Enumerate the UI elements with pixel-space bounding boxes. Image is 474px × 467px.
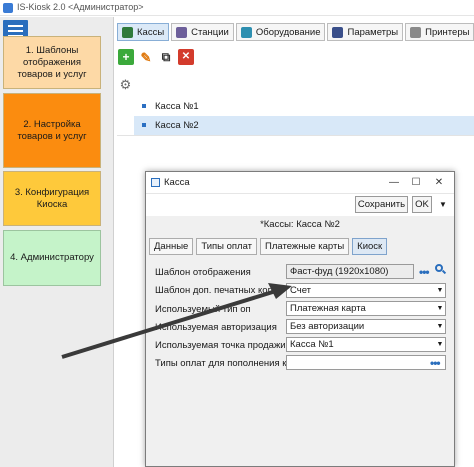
tab-stations[interactable]: Станции <box>171 23 234 41</box>
field-label: Используемый тип оп <box>155 304 251 315</box>
field-label: Используемая авторизация <box>155 322 277 333</box>
template-field[interactable]: Фаст-фуд (1920x1080) <box>286 264 414 279</box>
window-titlebar: IS-Kiosk 2.0 <Администратор> <box>0 0 474 16</box>
app-icon <box>3 3 13 13</box>
dropdown-arrow-icon[interactable]: ▼ <box>435 337 445 352</box>
list-item-selected[interactable]: Касса №2 <box>134 116 474 135</box>
list-item-label: Касса №1 <box>155 101 199 112</box>
list-item[interactable]: Касса №1 <box>134 97 474 116</box>
row-marker-icon <box>142 104 146 108</box>
cash-register-icon <box>122 26 133 38</box>
card-topup-payment-types-field[interactable] <box>286 355 446 370</box>
tab-hardware[interactable]: Оборудование <box>235 23 326 41</box>
settings-icon <box>332 26 344 38</box>
main-tabs: Кассы Станции Оборудование Параметры При… <box>117 23 474 43</box>
tab-data[interactable]: Данные <box>149 238 194 255</box>
delete-icon[interactable]: ✕ <box>178 49 194 65</box>
minimize-icon[interactable]: — <box>387 176 401 190</box>
dialog-title: Касса <box>164 177 190 188</box>
station-icon <box>176 26 188 38</box>
sidebar-item-admin[interactable]: 4. Администратору <box>3 230 101 286</box>
copy-icon[interactable]: ⧉ <box>158 49 174 65</box>
payment-type-select[interactable]: Платежная карта <box>286 301 446 316</box>
gear-icon[interactable]: ⚙ <box>118 77 133 92</box>
dropdown-arrow-icon[interactable]: ▼ <box>435 301 445 316</box>
dialog-tabs: Данные Типы оплат Платежные карты Киоск <box>149 238 390 255</box>
dialog-icon <box>151 178 160 187</box>
cash-register-list: Касса №1 Касса №2 <box>134 97 474 135</box>
close-icon[interactable]: ✕ <box>432 176 446 190</box>
field-label: Типы оплат для пополнения карт <box>155 358 302 369</box>
sidebar-item-products[interactable]: 2. Настройка товаров и услуг <box>3 93 101 168</box>
field-label: Шаблон доп. печатных копий <box>155 285 284 296</box>
tab-label: Параметры <box>347 26 399 38</box>
dropdown-arrow-icon[interactable]: ▼ <box>435 319 445 334</box>
more-dots-icon[interactable]: ••• <box>430 357 445 369</box>
row-marker-icon <box>142 123 146 127</box>
tab-payment-cards[interactable]: Платежные карты <box>260 238 350 255</box>
tab-label: Кассы <box>137 26 165 38</box>
hardware-icon <box>240 26 252 38</box>
ok-button[interactable]: OK <box>412 196 432 213</box>
search-icon[interactable] <box>435 264 447 275</box>
sidebar-item-templates[interactable]: 1. Шаблоны отображения товаров и услуг <box>3 36 101 89</box>
dialog-heading: *Кассы: Касса №2 <box>260 219 340 230</box>
dropdown-arrow-icon[interactable]: ▼ <box>435 283 445 298</box>
point-of-sale-select[interactable]: Касса №1 <box>286 337 446 352</box>
tab-label: Станции <box>191 26 229 38</box>
printer-icon <box>410 26 422 38</box>
chevron-down-icon[interactable]: ▼ <box>436 198 450 211</box>
tab-label: Принтеры <box>425 26 470 38</box>
grid-divider <box>117 135 474 136</box>
tab-label: Оборудование <box>255 26 321 38</box>
tab-payment-types[interactable]: Типы оплат <box>196 238 258 255</box>
save-button[interactable]: Сохранить <box>355 196 408 213</box>
tab-printers[interactable]: Принтеры <box>405 23 474 41</box>
pencil-icon[interactable]: ✎ <box>138 49 154 65</box>
more-dots-icon[interactable]: ••• <box>419 266 434 278</box>
window-title: IS-Kiosk 2.0 <Администратор> <box>17 2 144 12</box>
tab-parameters[interactable]: Параметры <box>327 23 404 41</box>
tab-kiosk[interactable]: Киоск <box>352 238 388 255</box>
authorization-select[interactable]: Без авторизации <box>286 319 446 334</box>
plus-icon[interactable]: + <box>118 49 134 65</box>
dialog-titlebar[interactable]: Касса — ☐ ✕ <box>146 172 454 194</box>
list-item-label: Касса №2 <box>155 120 199 131</box>
tab-cash-registers[interactable]: Кассы <box>117 23 170 41</box>
field-label: Шаблон отображения <box>155 267 251 278</box>
field-label: Используемая точка продажи <box>155 340 286 351</box>
toolbar: + ✎ ⧉ ✕ <box>118 47 198 67</box>
extra-copies-template-select[interactable]: Счет <box>286 283 446 298</box>
maximize-icon[interactable]: ☐ <box>409 176 423 190</box>
sidebar-item-kiosk-config[interactable]: 3. Конфигурация Киоска <box>3 171 101 226</box>
